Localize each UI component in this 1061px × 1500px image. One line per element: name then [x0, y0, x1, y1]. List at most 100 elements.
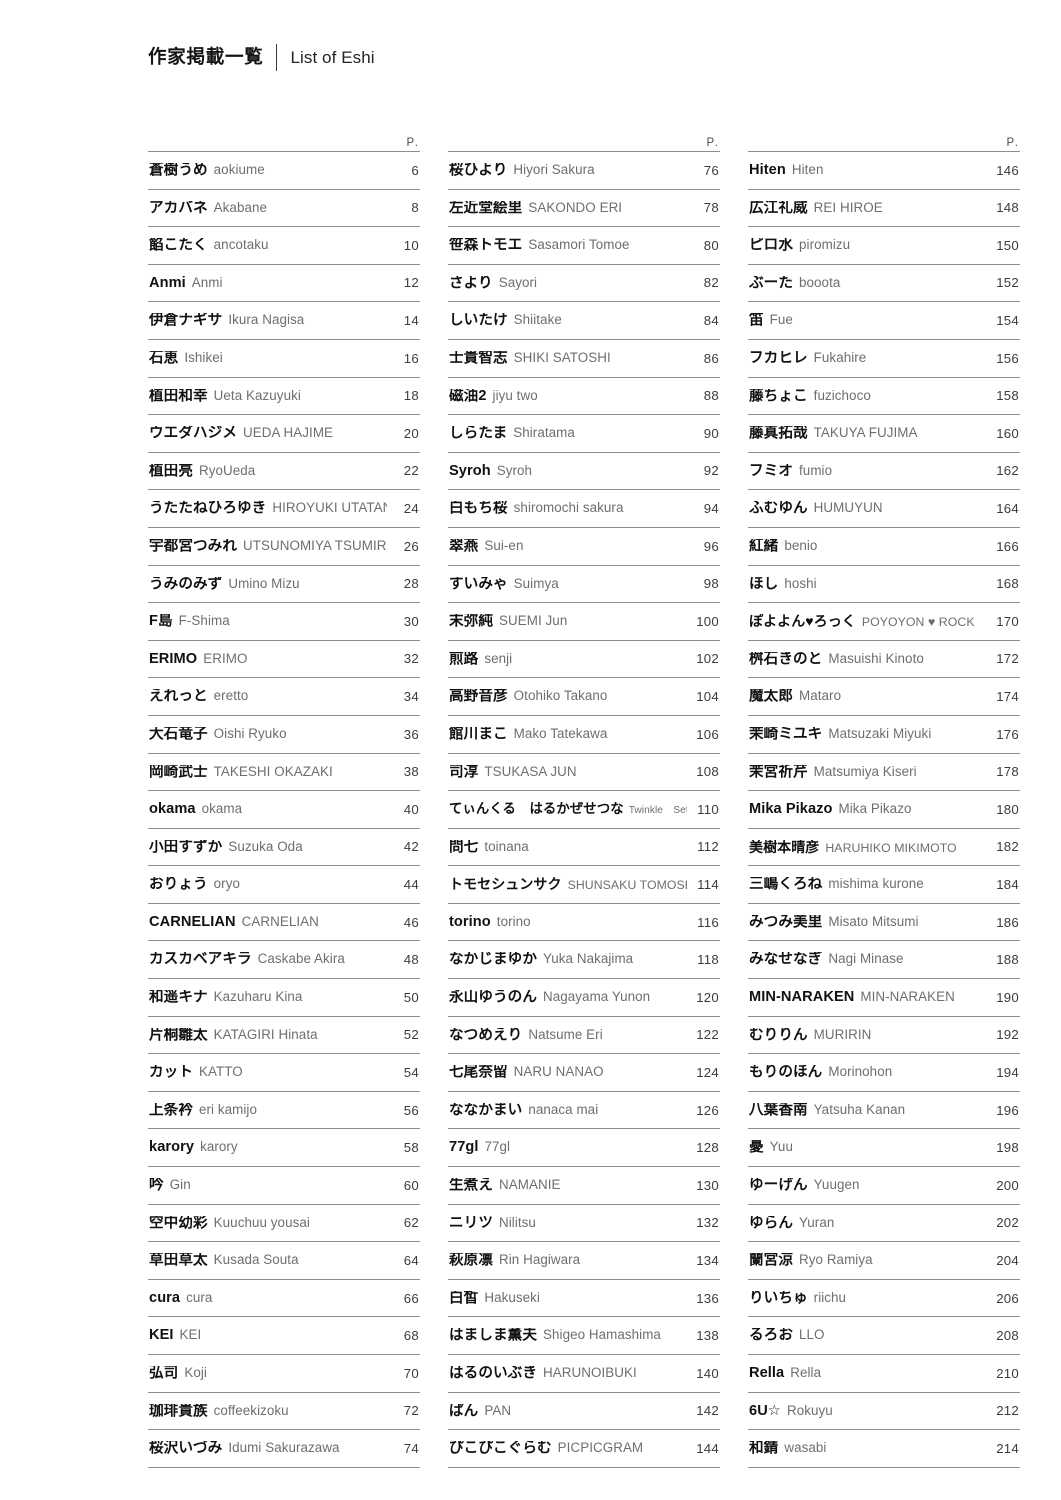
eshi-entry[interactable]: ピロ水 piromizu 150: [748, 227, 1020, 264]
eshi-entry[interactable]: ゆらん Yuran 202: [748, 1205, 1020, 1242]
eshi-entry[interactable]: 茉崎ミユキ Matsuzaki Miyuki 176: [748, 716, 1020, 753]
eshi-entry[interactable]: さより Sayori 82: [448, 265, 720, 302]
eshi-entry[interactable]: 煎路 senji 102: [448, 641, 720, 678]
eshi-entry[interactable]: しいたけ Shiitake 84: [448, 302, 720, 339]
eshi-entry[interactable]: 高野音彦 Otohiko Takano 104: [448, 678, 720, 715]
eshi-entry[interactable]: 植田亮 RyoUeda 22: [148, 453, 420, 490]
eshi-entry[interactable]: Mika Pikazo Mika Pikazo 180: [748, 791, 1020, 828]
eshi-entry[interactable]: ほし hoshi 168: [748, 566, 1020, 603]
eshi-entry[interactable]: 生煮え NAMANIE 130: [448, 1167, 720, 1204]
eshi-entry[interactable]: 蘭宮涼 Ryo Ramiya 204: [748, 1242, 1020, 1279]
eshi-entry[interactable]: 蒼樹うめ aokiume 6: [148, 152, 420, 189]
eshi-entry[interactable]: 磁油2 jiyu two 88: [448, 378, 720, 415]
eshi-entry[interactable]: 吟 Gin 60: [148, 1167, 420, 1204]
eshi-entry[interactable]: ぱん PAN 142: [448, 1393, 720, 1430]
eshi-entry[interactable]: 憂 Yuu 198: [748, 1129, 1020, 1166]
eshi-entry[interactable]: 石恵 Ishikei 16: [148, 340, 420, 377]
eshi-entry[interactable]: カット KATTO 54: [148, 1054, 420, 1091]
eshi-entry[interactable]: うみのみず Umino Mizu 28: [148, 566, 420, 603]
eshi-entry[interactable]: 七尾奈留 NARU NANAO 124: [448, 1054, 720, 1091]
eshi-entry[interactable]: 桜ひより Hiyori Sakura 76: [448, 152, 720, 189]
eshi-entry[interactable]: みなせなぎ Nagi Minase 188: [748, 941, 1020, 978]
eshi-entry[interactable]: 6U☆ Rokuyu 212: [748, 1393, 1020, 1430]
eshi-entry[interactable]: 八葉香南 Yatsuha Kanan 196: [748, 1092, 1020, 1129]
eshi-entry[interactable]: 片桐雛太 KATAGIRI Hinata 52: [148, 1017, 420, 1054]
eshi-entry[interactable]: もりのほん Morinohon 194: [748, 1054, 1020, 1091]
eshi-entry[interactable]: Syroh Syroh 92: [448, 453, 720, 490]
eshi-entry[interactable]: 和遥キナ Kazuharu Kina 50: [148, 979, 420, 1016]
eshi-entry[interactable]: ぽよよん♥ろっく POYOYON ♥ ROCK 170: [748, 603, 1020, 640]
eshi-entry[interactable]: 餡こたく ancotaku 10: [148, 227, 420, 264]
eshi-entry[interactable]: 美樹本晴彦 HARUHIKO MIKIMOTO 182: [748, 829, 1020, 866]
eshi-entry[interactable]: 永山ゆうのん Nagayama Yunon 120: [448, 979, 720, 1016]
eshi-entry[interactable]: なつめえり Natsume Eri 122: [448, 1017, 720, 1054]
eshi-entry[interactable]: 伊倉ナギサ Ikura Nagisa 14: [148, 302, 420, 339]
eshi-entry[interactable]: karory karory 58: [148, 1129, 420, 1166]
eshi-entry[interactable]: 珈琲貴族 coffeekizoku 72: [148, 1393, 420, 1430]
eshi-entry[interactable]: 笹森トモエ Sasamori Tomoe 80: [448, 227, 720, 264]
eshi-entry[interactable]: フミオ fumio 162: [748, 453, 1020, 490]
eshi-entry[interactable]: 末弥純 SUEMI Jun 100: [448, 603, 720, 640]
eshi-entry[interactable]: はるのいぶき HARUNOIBUKI 140: [448, 1355, 720, 1392]
eshi-entry[interactable]: 草田草太 Kusada Souta 64: [148, 1242, 420, 1279]
eshi-entry[interactable]: KEI KEI 68: [148, 1317, 420, 1354]
eshi-entry[interactable]: Rella Rella 210: [748, 1355, 1020, 1392]
eshi-entry[interactable]: 上条衿 eri kamijo 56: [148, 1092, 420, 1129]
eshi-entry[interactable]: はましま薫夫 Shigeo Hamashima 138: [448, 1317, 720, 1354]
eshi-entry[interactable]: うたたねひろゆき HIROYUKI UTATANE 24: [148, 490, 420, 527]
eshi-entry[interactable]: 萩原凛 Rin Hagiwara 134: [448, 1242, 720, 1279]
eshi-entry[interactable]: MIN-NARAKEN MIN-NARAKEN 190: [748, 979, 1020, 1016]
eshi-entry[interactable]: アカバネ Akabane 8: [148, 190, 420, 227]
eshi-entry[interactable]: 白もち桜 shiromochi sakura 94: [448, 490, 720, 527]
eshi-entry[interactable]: 茉宮祈芹 Matsumiya Kiseri 178: [748, 754, 1020, 791]
eshi-entry[interactable]: cura cura 66: [148, 1280, 420, 1317]
eshi-entry[interactable]: 翠燕 Sui-en 96: [448, 528, 720, 565]
eshi-entry[interactable]: 司淳 TSUKASA JUN 108: [448, 754, 720, 791]
eshi-entry[interactable]: てぃんくる はるかぜせつな Twinkle Setsuna Harukaze 110: [448, 791, 720, 828]
eshi-entry[interactable]: 和錆 wasabi 214: [748, 1430, 1020, 1467]
eshi-entry[interactable]: えれっと eretto 34: [148, 678, 420, 715]
eshi-entry[interactable]: 弘司 Koji 70: [148, 1355, 420, 1392]
eshi-entry[interactable]: 植田和幸 Ueta Kazuyuki 18: [148, 378, 420, 415]
eshi-entry[interactable]: 77gl 77gl 128: [448, 1129, 720, 1166]
eshi-entry[interactable]: トモセシュンサク SHUNSAKU TOMOSE 114: [448, 866, 720, 903]
eshi-entry[interactable]: ゆーげん Yuugen 200: [748, 1167, 1020, 1204]
eshi-entry[interactable]: 岡崎武士 TAKESHI OKAZAKI 38: [148, 754, 420, 791]
eshi-entry[interactable]: ERIMO ERIMO 32: [148, 641, 420, 678]
eshi-entry[interactable]: ニリツ Nilitsu 132: [448, 1205, 720, 1242]
eshi-entry[interactable]: 士貴智志 SHIKI SATOSHI 86: [448, 340, 720, 377]
eshi-entry[interactable]: 宇都宮つみれ UTSUNOMIYA TSUMIRE 26: [148, 528, 420, 565]
eshi-entry[interactable]: F島 F-Shima 30: [148, 603, 420, 640]
eshi-entry[interactable]: Hiten Hiten 146: [748, 152, 1020, 189]
eshi-entry[interactable]: ぶーた booota 152: [748, 265, 1020, 302]
eshi-entry[interactable]: 桝石きのと Masuishi Kinoto 172: [748, 641, 1020, 678]
eshi-entry[interactable]: ウエダハジメ UEDA HAJIME 20: [148, 415, 420, 452]
eshi-entry[interactable]: 左近堂絵里 SAKONDO ERI 78: [448, 190, 720, 227]
eshi-entry[interactable]: みつみ美里 Misato Mitsumi 186: [748, 904, 1020, 941]
eshi-entry[interactable]: フカヒレ Fukahire 156: [748, 340, 1020, 377]
eshi-entry[interactable]: 藤真拓哉 TAKUYA FUJIMA 160: [748, 415, 1020, 452]
eshi-entry[interactable]: りいちゅ riichu 206: [748, 1280, 1020, 1317]
eshi-entry[interactable]: 大石竜子 Oishi Ryuko 36: [148, 716, 420, 753]
eshi-entry[interactable]: torino torino 116: [448, 904, 720, 941]
eshi-entry[interactable]: 小田すずか Suzuka Oda 42: [148, 829, 420, 866]
eshi-entry[interactable]: ぴこぴこぐらむ PICPICGRAM 144: [448, 1430, 720, 1467]
eshi-entry[interactable]: 紅緒 benio 166: [748, 528, 1020, 565]
eshi-entry[interactable]: すいみゃ Suimya 98: [448, 566, 720, 603]
eshi-entry[interactable]: 藤ちょこ fuzichoco 158: [748, 378, 1020, 415]
eshi-entry[interactable]: 館川まこ Mako Tatekawa 106: [448, 716, 720, 753]
eshi-entry[interactable]: 白皙 Hakuseki 136: [448, 1280, 720, 1317]
eshi-entry[interactable]: ななかまい nanaca mai 126: [448, 1092, 720, 1129]
eshi-entry[interactable]: るろお LLO 208: [748, 1317, 1020, 1354]
eshi-entry[interactable]: ふむゆん HUMUYUN 164: [748, 490, 1020, 527]
eshi-entry[interactable]: おりょう oryo 44: [148, 866, 420, 903]
eshi-entry[interactable]: カスカベアキラ Caskabe Akira 48: [148, 941, 420, 978]
eshi-entry[interactable]: むりりん MURIRIN 192: [748, 1017, 1020, 1054]
eshi-entry[interactable]: しらたま Shiratama 90: [448, 415, 720, 452]
eshi-entry[interactable]: CARNELIAN CARNELIAN 46: [148, 904, 420, 941]
eshi-entry[interactable]: 広江礼威 REI HIROE 148: [748, 190, 1020, 227]
eshi-entry[interactable]: 問七 toinana 112: [448, 829, 720, 866]
eshi-entry[interactable]: 魔太郎 Mataro 174: [748, 678, 1020, 715]
eshi-entry[interactable]: 三嶋くろね mishima kurone 184: [748, 866, 1020, 903]
eshi-entry[interactable]: Anmi Anmi 12: [148, 265, 420, 302]
